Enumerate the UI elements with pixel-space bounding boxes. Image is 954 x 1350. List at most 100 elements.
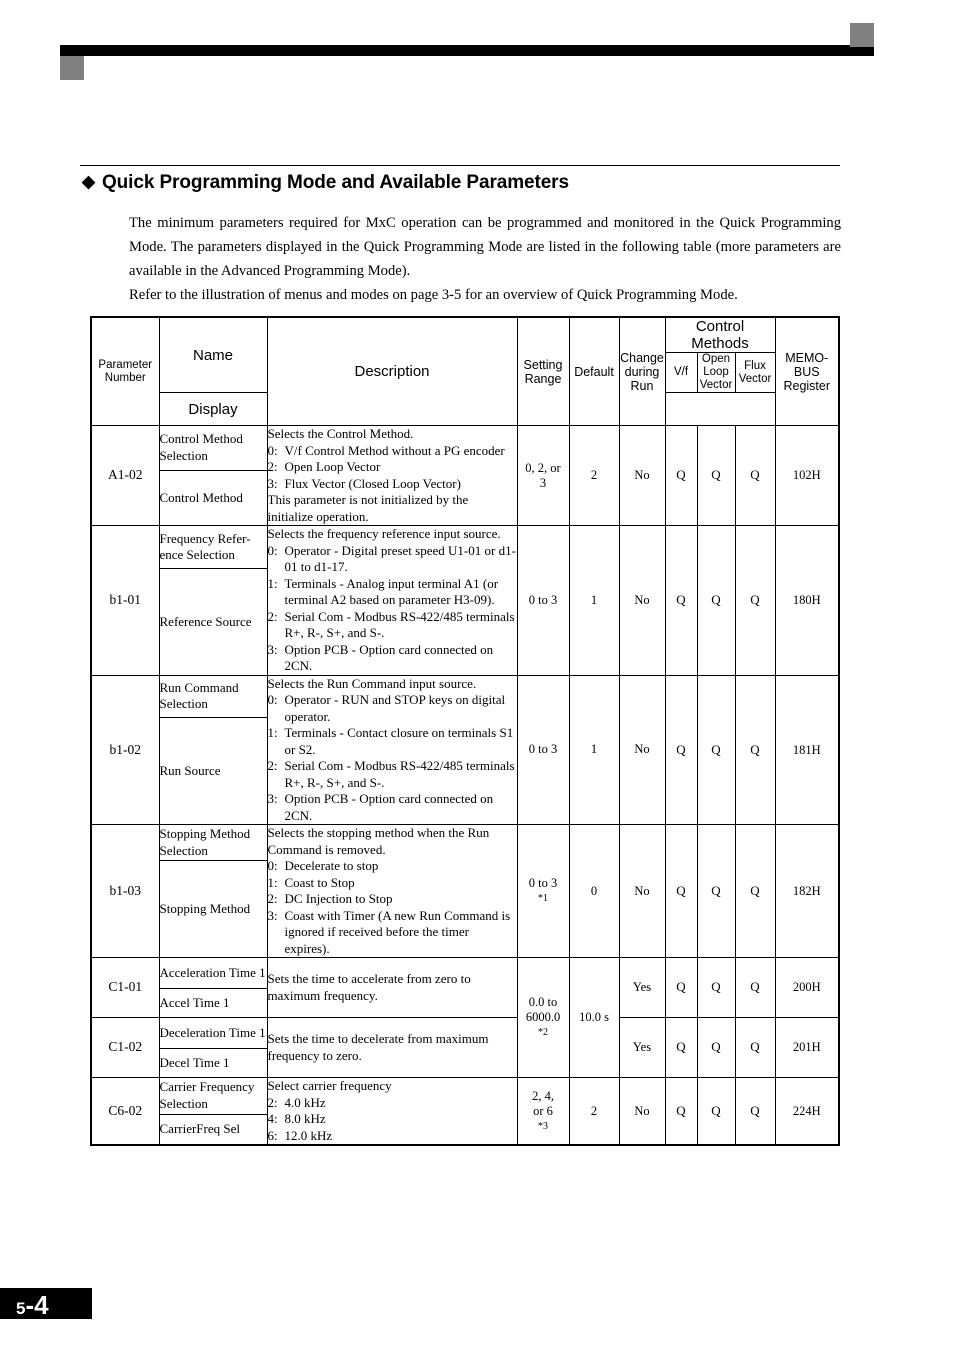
cell-memobus-register: 180H — [774, 525, 840, 676]
cell-flux-vector: Q — [734, 1077, 776, 1146]
header-vf: V/f — [664, 352, 698, 393]
cell-memobus-register: 224H — [774, 1077, 840, 1146]
cell-change-during-run: No — [618, 525, 666, 676]
header-change-during-run: Change during Run — [618, 316, 666, 426]
table-header: Parameter Number Name Description Settin… — [90, 316, 840, 426]
header-default: Default — [568, 316, 620, 426]
cell-default: 1 — [568, 674, 620, 825]
table-body: A1-02 Control Method Selection Selects t… — [90, 425, 840, 1146]
page-header-decoration — [0, 0, 954, 100]
cell-display: Reference Source — [158, 568, 268, 676]
header-row-1: Parameter Number Name Description Settin… — [90, 316, 840, 426]
section-rule — [80, 165, 840, 166]
cell-memobus-register: 201H — [774, 1017, 840, 1078]
cell-open-loop-vector: Q — [696, 957, 736, 1018]
cell-default: 0 — [568, 824, 620, 958]
table-row: C1-01 Acceleration Time 1 Sets the time … — [90, 957, 840, 1078]
cell-vf: Q — [664, 674, 698, 825]
cell-setting-range: 0 to 3 — [516, 525, 570, 676]
cell-description: Selects the Run Command input source. 0:… — [266, 674, 518, 825]
header-memobus-register: MEMO- BUS Register — [774, 316, 840, 426]
cell-vf: Q — [664, 525, 698, 676]
cell-display: Run Source — [158, 717, 268, 825]
cell-change-during-run: No — [618, 674, 666, 825]
intro-paragraph-2: Refer to the illustration of menus and m… — [129, 287, 738, 303]
parameter-table: Parameter Number Name Description Settin… — [90, 316, 840, 1146]
cell-default: 2 — [568, 1077, 620, 1146]
cell-name: Stopping Method Selection — [158, 823, 268, 862]
cell-vf: Q — [664, 1017, 698, 1078]
cell-name: Acceleration Time 1 — [158, 957, 268, 989]
cell-memobus-register: 182H — [774, 824, 840, 958]
cell-description: Selects the frequency reference input so… — [266, 525, 518, 676]
parameter-table-wrapper: Parameter Number Name Description Settin… — [90, 316, 840, 1146]
header-control-methods: Control Methods — [664, 316, 776, 353]
cell-description: Selects the Control Method. 0: V/f Contro… — [266, 425, 518, 526]
page-number: 5-4 — [16, 1290, 49, 1321]
header-parameter-number: Parameter Number — [90, 316, 160, 426]
cell-vf: Q — [664, 957, 698, 1018]
header-display: Display — [158, 392, 268, 426]
table-row: A1-02 Control Method Selection Selects t… — [90, 425, 840, 526]
page-number-separator: - — [25, 1290, 35, 1320]
cell-open-loop-vector: Q — [696, 824, 736, 958]
header-name: Name — [158, 316, 268, 393]
cell-change-during-run: Yes — [618, 957, 666, 1018]
cell-parameter-number: A1-02 — [90, 425, 160, 526]
cell-memobus-register: 102H — [774, 425, 840, 526]
cell-vf: Q — [664, 425, 698, 526]
cell-display: Stopping Method — [158, 860, 268, 958]
intro-paragraph-1: The minimum parameters required for MxC … — [129, 215, 841, 279]
cell-setting-range: 2, 4, or 6 *3 — [516, 1077, 570, 1146]
cell-flux-vector: Q — [734, 957, 776, 1018]
cell-description: Sets the time to decelerate from maximum… — [266, 1017, 518, 1078]
cell-flux-vector: Q — [734, 824, 776, 958]
cell-flux-vector: Q — [734, 674, 776, 825]
cell-name: Control Method Selection — [158, 425, 268, 471]
cell-name: Frequency Refer- ence Selection — [158, 524, 268, 570]
cell-name: Deceleration Time 1 — [158, 1017, 268, 1049]
header-setting-range: Setting Range — [516, 316, 570, 426]
cell-flux-vector: Q — [734, 1017, 776, 1078]
section-heading-text: Quick Programming Mode and Available Par… — [101, 172, 569, 193]
cell-open-loop-vector: Q — [696, 1017, 736, 1078]
cell-parameter-number: b1-03 — [90, 824, 160, 958]
section-heading: ◆ Quick Programming Mode and Available Pa… — [82, 172, 569, 194]
cell-name: Carrier Frequency Selection — [158, 1077, 268, 1115]
cell-memobus-register: 181H — [774, 674, 840, 825]
cell-change-during-run: No — [618, 824, 666, 958]
cell-display: Control Method — [158, 469, 268, 527]
header-description: Description — [266, 316, 518, 426]
cell-vf: Q — [664, 1077, 698, 1146]
header-black-bar — [60, 45, 874, 56]
table-row: C1-02 Deceleration Time 1 Sets the time … — [90, 1017, 840, 1078]
cell-setting-range: 0, 2, or 3 — [516, 425, 570, 526]
header-open-loop-vector: Open Loop Vector — [696, 352, 736, 393]
cell-flux-vector: Q — [734, 425, 776, 526]
cell-description: Select carrier frequency 2: 4.0 kHz 4: 8.0… — [266, 1077, 518, 1146]
cell-setting-range: 0 to 3 — [516, 674, 570, 825]
cell-memobus-register: 200H — [774, 957, 840, 1018]
header-gray-square-left — [60, 56, 84, 80]
cell-default: 2 — [568, 425, 620, 526]
header-gray-square-right — [850, 23, 874, 47]
cell-change-during-run: Yes — [618, 1017, 666, 1078]
table-row: b1-02 Run Command Selection Selects the … — [90, 674, 840, 825]
cell-open-loop-vector: Q — [696, 525, 736, 676]
cell-change-during-run: No — [618, 1077, 666, 1146]
diamond-bullet-icon: ◆ — [82, 172, 95, 191]
cell-setting-range: 0 to 3 *1 — [516, 824, 570, 958]
header-flux-vector: Flux Vector — [734, 352, 776, 393]
cell-setting-range-shared: 0.0 to 6000.0 *2 — [516, 957, 570, 1078]
document-page: ◆ Quick Programming Mode and Available Pa… — [0, 0, 954, 1350]
table-row: b1-01 Frequency Refer- ence Selection Se… — [90, 524, 840, 676]
cell-change-during-run: No — [618, 425, 666, 526]
cell-display: CarrierFreq Sel — [158, 1113, 268, 1146]
cell-display: Accel Time 1 — [158, 988, 268, 1018]
table-row: C6-02 Carrier Frequency Selection Select… — [90, 1077, 840, 1146]
cell-description: Sets the time to accelerate from zero to… — [266, 957, 518, 1018]
cell-name: Run Command Selection — [158, 674, 268, 719]
cell-open-loop-vector: Q — [696, 425, 736, 526]
cell-open-loop-vector: Q — [696, 1077, 736, 1146]
cell-display: Decel Time 1 — [158, 1048, 268, 1078]
